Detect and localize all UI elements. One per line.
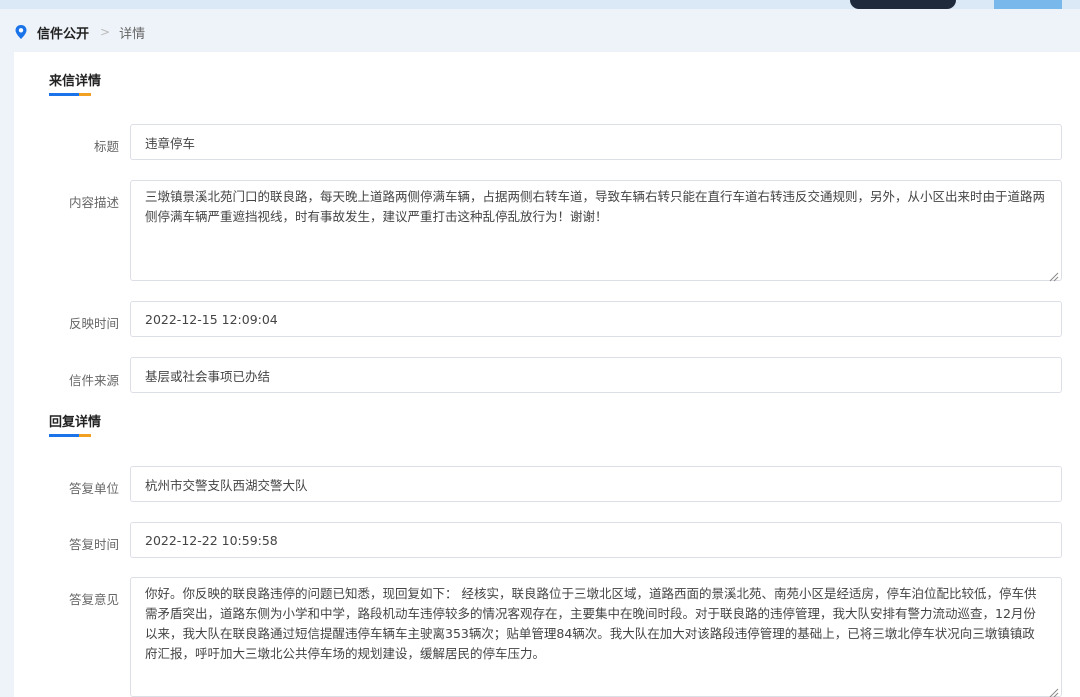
report-time-field[interactable]: 2022-12-15 12:09:04 xyxy=(130,301,1062,337)
reply-time-value: 2022-12-22 10:59:58 xyxy=(145,532,278,548)
reply-opinion-value: 你好。你反映的联良路违停的问题已知悉，现回复如下： 经核实，联良路位于三墩北区域… xyxy=(145,586,1037,661)
content-textarea[interactable]: 三墩镇景溪北苑门口的联良路，每天晚上道路两侧停满车辆，占据两侧右转车道，导致车辆… xyxy=(130,180,1062,282)
report-time-label: 反映时间 xyxy=(68,316,119,331)
reply-unit-label: 答复单位 xyxy=(68,481,119,496)
breadcrumb: 信件公开 > 详情 xyxy=(14,22,145,42)
top-banner xyxy=(0,0,1080,9)
breadcrumb-current: 详情 xyxy=(119,26,146,42)
location-pin-icon xyxy=(14,24,28,40)
reply-opinion-label: 答复意见 xyxy=(68,592,119,607)
title-label: 标题 xyxy=(93,139,119,154)
banner-image-light xyxy=(994,0,1062,9)
title-value: 违章停车 xyxy=(145,135,196,151)
source-value: 基层或社会事项已办结 xyxy=(145,368,271,384)
reply-time-field[interactable]: 2022-12-22 10:59:58 xyxy=(130,522,1062,558)
banner-image-dark xyxy=(850,0,956,9)
reply-time-label: 答复时间 xyxy=(68,537,119,552)
breadcrumb-separator: > xyxy=(100,25,111,39)
reply-section-title: 回复详情 xyxy=(49,415,102,430)
report-time-value: 2022-12-15 12:09:04 xyxy=(145,311,278,327)
detail-card: 来信详情 标题 违章停车 内容描述 三墩镇景溪北苑门口的联良路，每天晚上道路两侧… xyxy=(14,52,1080,697)
content-label: 内容描述 xyxy=(68,195,119,210)
resize-grip-icon[interactable] xyxy=(1049,268,1059,282)
reply-opinion-textarea[interactable]: 你好。你反映的联良路违停的问题已知悉，现回复如下： 经核实，联良路位于三墩北区域… xyxy=(130,577,1062,697)
source-field[interactable]: 基层或社会事项已办结 xyxy=(130,357,1062,393)
letter-section-title: 来信详情 xyxy=(49,74,102,89)
source-label: 信件来源 xyxy=(68,373,119,388)
reply-section-underline xyxy=(49,434,91,437)
title-field[interactable]: 违章停车 xyxy=(130,124,1062,160)
letter-section-underline xyxy=(49,93,91,96)
resize-grip-icon[interactable] xyxy=(1049,684,1059,697)
content-value: 三墩镇景溪北苑门口的联良路，每天晚上道路两侧停满车辆，占据两侧右转车道，导致车辆… xyxy=(145,189,1046,224)
reply-unit-value: 杭州市交警支队西湖交警大队 xyxy=(145,477,308,493)
reply-unit-field[interactable]: 杭州市交警支队西湖交警大队 xyxy=(130,466,1062,502)
breadcrumb-home-link[interactable]: 信件公开 xyxy=(37,23,89,42)
